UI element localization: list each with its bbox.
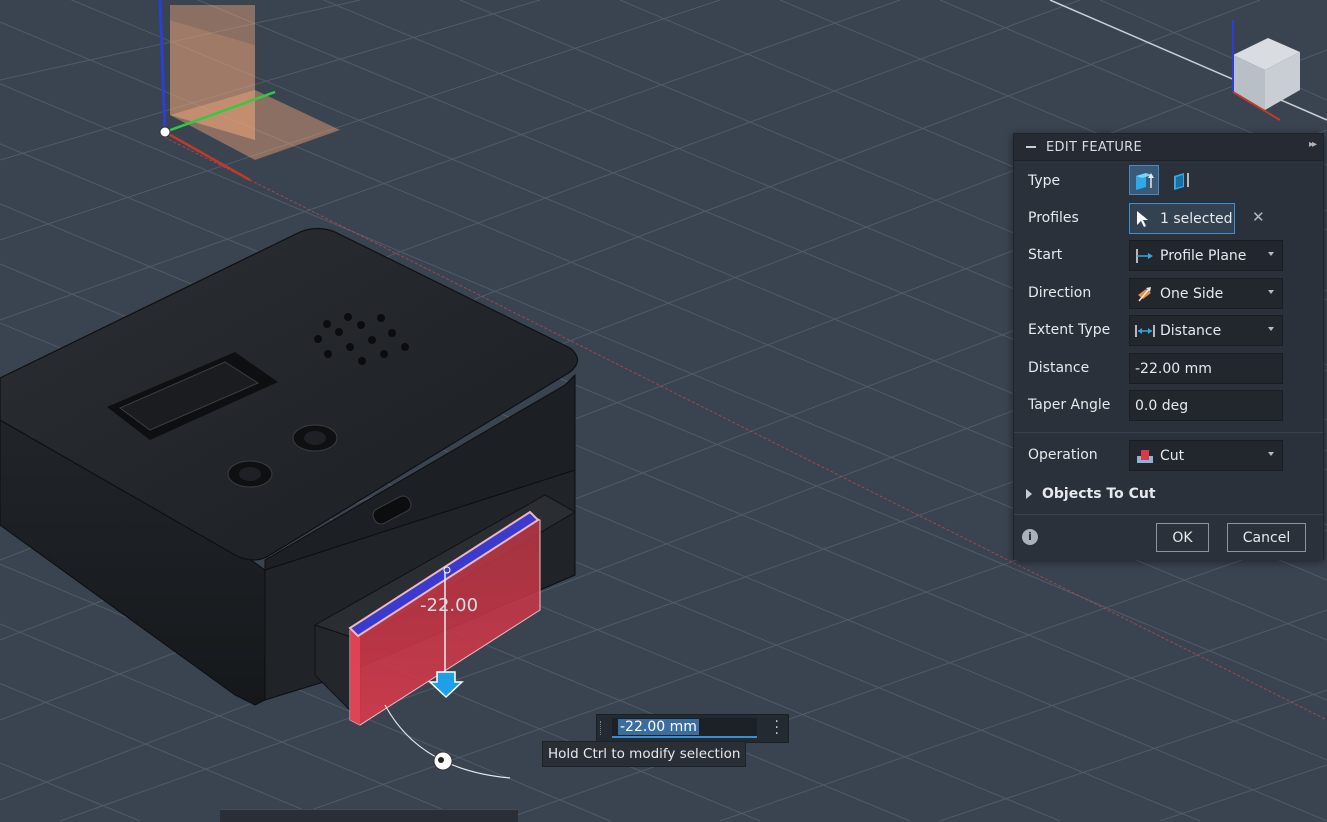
operation-dropdown[interactable]: Cut [1129,440,1283,471]
extent-type-value: Distance [1160,322,1222,339]
dimension-input-value: -22.00 mm [618,719,699,735]
clear-selection-icon[interactable]: ✕ [1252,208,1265,226]
start-dropdown[interactable]: Profile Plane [1129,240,1283,271]
chevron-down-icon [1268,452,1274,456]
type-row: Type [1014,165,1323,199]
cursor-arrow-icon [1136,209,1154,229]
panel-title: EDIT FEATURE [1046,139,1143,155]
expand-panel-icon[interactable]: ▸▸ [1309,139,1317,150]
taper-angle-input[interactable]: 0.0 deg [1129,390,1283,421]
profiles-row: Profiles 1 selected ✕ [1014,202,1323,236]
start-label: Start [1028,247,1063,263]
extent-type-label: Extent Type [1028,322,1111,338]
cut-icon [1134,446,1156,466]
ok-button[interactable]: OK [1156,523,1209,552]
view-cube[interactable] [1232,20,1300,121]
origin-point[interactable] [159,126,171,138]
profiles-label: Profiles [1028,210,1079,226]
info-icon[interactable]: i [1022,529,1038,545]
drag-grip-icon[interactable] [600,721,604,735]
panel-header: EDIT FEATURE ▸▸ [1014,134,1323,161]
extent-type-row: Extent Type Distance [1014,314,1323,348]
distance-icon [1134,321,1156,341]
chevron-right-icon [1026,489,1032,499]
tooltip-hint: Hold Ctrl to modify selection [542,741,747,767]
distance-row: Distance -22.00 mm [1014,352,1323,386]
direction-dropdown[interactable]: One Side [1129,278,1283,309]
dimension-input[interactable]: -22.00 mm [612,718,757,738]
taper-angle-handle[interactable] [433,751,453,771]
type-label: Type [1028,173,1061,189]
dimension-input-box: -22.00 mm · · · [596,714,789,743]
operation-label: Operation [1028,447,1098,463]
extent-type-dropdown[interactable]: Distance [1129,315,1283,346]
one-side-icon [1134,284,1156,304]
direction-row: Direction One Side [1014,277,1323,311]
direction-label: Direction [1028,285,1092,301]
profile-plane-icon [1134,246,1156,266]
extrude-thin-icon[interactable] [1165,165,1195,195]
start-value: Profile Plane [1160,247,1247,264]
taper-angle-label: Taper Angle [1028,397,1111,413]
edit-feature-panel: EDIT FEATURE ▸▸ Type Profiles 1 selected… [1013,133,1324,560]
objects-to-cut-label: Objects To Cut [1042,486,1156,502]
chevron-down-icon [1268,252,1274,256]
dimension-label: -22.00 [420,595,478,616]
chevron-down-icon [1268,290,1274,294]
panel-footer: i OK Cancel [1014,514,1323,560]
collapse-icon[interactable] [1026,146,1036,148]
chevron-down-icon [1268,327,1274,331]
distance-label: Distance [1028,360,1090,376]
cancel-button[interactable]: Cancel [1227,523,1306,552]
operation-row: Operation Cut [1014,439,1323,473]
profiles-select-button[interactable]: 1 selected [1129,203,1235,234]
direction-value: One Side [1160,285,1224,302]
navigation-toolbar[interactable] [220,809,518,822]
objects-to-cut-toggle[interactable]: Objects To Cut [1026,486,1156,502]
start-row: Start Profile Plane [1014,239,1323,273]
profiles-value: 1 selected [1160,210,1233,227]
extrude-solid-icon[interactable] [1129,165,1159,195]
divider [1014,432,1323,433]
enclosure-body[interactable] [0,227,579,722]
distance-input[interactable]: -22.00 mm [1129,353,1283,384]
taper-angle-row: Taper Angle 0.0 deg [1014,389,1323,423]
operation-value: Cut [1160,447,1185,464]
more-options-icon[interactable]: · · · [775,715,779,741]
origin-planes[interactable] [170,5,340,160]
